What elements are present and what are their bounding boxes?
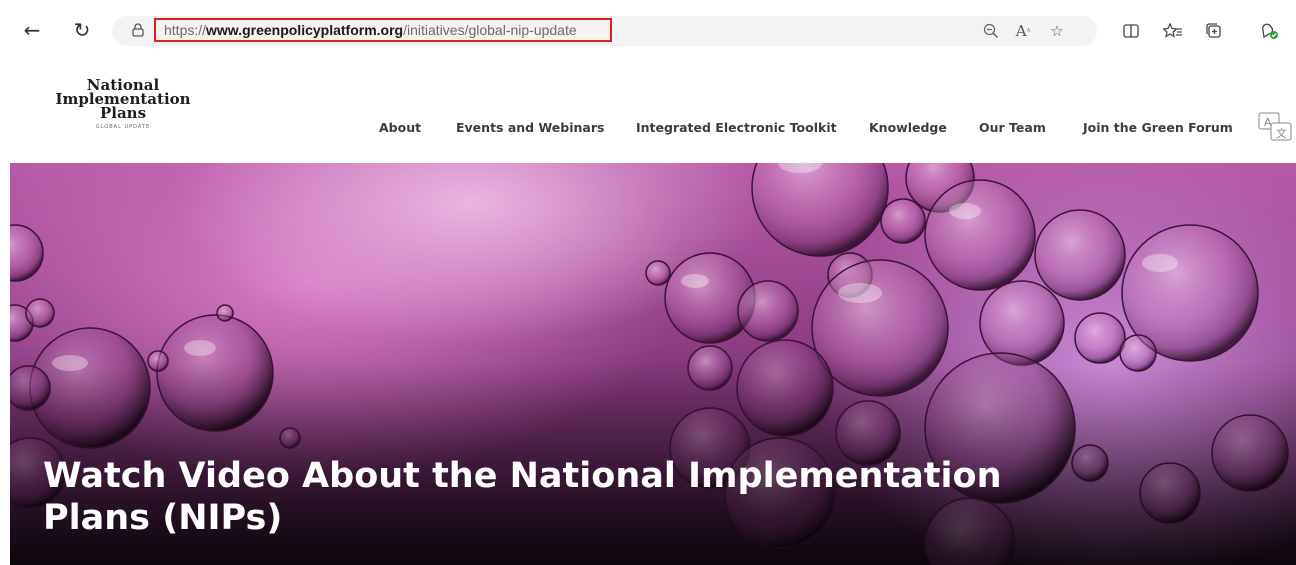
split-screen-icon[interactable]: [1118, 18, 1144, 44]
nav-item-our-team[interactable]: Our Team: [979, 120, 1046, 135]
site-logo[interactable]: National Implementation Plans GLOBAL UPD…: [48, 78, 198, 131]
read-aloud-icon[interactable]: Aᴬ: [1012, 20, 1034, 42]
nav-item-knowledge[interactable]: Knowledge: [869, 120, 947, 135]
translate-icon[interactable]: A 文: [1258, 112, 1292, 142]
refresh-icon[interactable]: ↻: [66, 14, 98, 46]
logo-subtitle: GLOBAL UPDATE: [95, 124, 151, 130]
extension-icon[interactable]: [1256, 18, 1282, 44]
collections-icon[interactable]: [1201, 18, 1227, 44]
url-path: /initiatives/global-nip-update: [403, 22, 577, 38]
logo-line-3: Plans: [99, 104, 147, 122]
nav-item-integrated-electronic-toolkit[interactable]: Integrated Electronic Toolkit: [636, 120, 837, 135]
back-arrow-icon[interactable]: ←: [16, 14, 48, 46]
nav-item-about[interactable]: About: [379, 120, 421, 135]
hero-title-line-1: Watch Video About the National Implement…: [43, 456, 1002, 496]
hero-banner[interactable]: Watch Video About the National Implement…: [10, 163, 1296, 565]
hero-title-line-2: Plans (NIPs): [43, 498, 283, 538]
svg-text:文: 文: [1276, 126, 1287, 140]
nav-item-events-and-webinars[interactable]: Events and Webinars: [456, 120, 604, 135]
url-scheme: https://: [164, 22, 207, 38]
favorites-list-icon[interactable]: [1160, 18, 1186, 44]
hero-title[interactable]: Watch Video About the National Implement…: [43, 455, 1043, 539]
nav-item-join-the-green-forum[interactable]: Join the Green Forum: [1083, 120, 1233, 135]
browser-toolbar: ← ↻ https://www.greenpolicyplatform.org/…: [0, 0, 1296, 60]
url-text[interactable]: https://www.greenpolicyplatform.org/init…: [154, 18, 612, 42]
zoom-out-icon[interactable]: [980, 20, 1002, 42]
url-domain: www.greenpolicyplatform.org: [206, 22, 404, 38]
address-bar[interactable]: https://www.greenpolicyplatform.org/init…: [112, 16, 1097, 46]
lock-icon[interactable]: [132, 23, 144, 37]
favorite-star-icon[interactable]: ☆: [1046, 20, 1068, 42]
site-header: National Implementation Plans GLOBAL UPD…: [0, 60, 1296, 163]
